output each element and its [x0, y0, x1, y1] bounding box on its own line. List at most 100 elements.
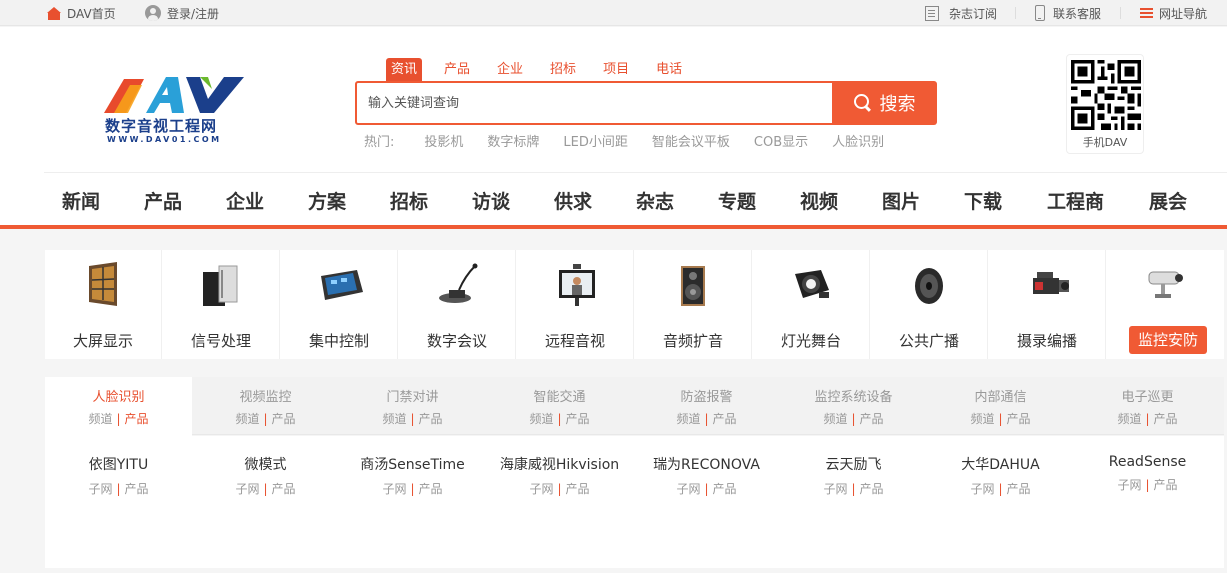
- brand-name[interactable]: 云天励飞: [780, 454, 927, 474]
- channel-link[interactable]: 频道: [529, 412, 553, 426]
- channel-link[interactable]: 频道: [823, 412, 847, 426]
- search-input[interactable]: [357, 83, 831, 123]
- subsite-link[interactable]: 子网: [382, 482, 406, 496]
- brand-item[interactable]: 微模式 子网 | 产品: [192, 454, 339, 497]
- nav-item[interactable]: 专题: [718, 187, 756, 214]
- nav-item[interactable]: 工程商: [1047, 187, 1104, 214]
- nav-item[interactable]: 图片: [882, 187, 920, 214]
- brand-name[interactable]: 依图YITU: [45, 454, 192, 474]
- brand-name[interactable]: 大华DAHUA: [927, 454, 1074, 474]
- subtab-video-surveillance[interactable]: 视频监控 频道 | 产品: [192, 377, 339, 435]
- subtab-monitoring-equipment[interactable]: 监控系统设备 频道 | 产品: [780, 377, 927, 435]
- product-link[interactable]: 产品: [272, 412, 296, 426]
- category-item[interactable]: 音频扩音: [635, 250, 752, 359]
- subsite-link[interactable]: 子网: [235, 482, 259, 496]
- brand-name[interactable]: 微模式: [192, 454, 339, 474]
- search-tab-news[interactable]: 资讯: [386, 58, 423, 82]
- product-link[interactable]: 产品: [1154, 478, 1178, 492]
- brand-name[interactable]: ReadSense: [1074, 454, 1221, 470]
- home-link[interactable]: DAV首页: [47, 0, 116, 26]
- subsite-link[interactable]: 子网: [676, 482, 700, 496]
- channel-link[interactable]: 频道: [382, 412, 406, 426]
- search-button[interactable]: 搜索: [832, 81, 937, 125]
- category-item[interactable]: 灯光舞台: [753, 250, 870, 359]
- category-item[interactable]: 集中控制: [281, 250, 398, 359]
- hot-keyword[interactable]: 投影机: [424, 131, 463, 150]
- product-link[interactable]: 产品: [125, 482, 149, 496]
- contact-link[interactable]: 联系客服: [1035, 0, 1101, 26]
- category-item[interactable]: 摄录编播: [989, 250, 1106, 359]
- product-link[interactable]: 产品: [860, 482, 884, 496]
- nav-item[interactable]: 展会: [1149, 187, 1187, 214]
- product-link[interactable]: 产品: [272, 482, 296, 496]
- nav-item[interactable]: 视频: [800, 187, 838, 214]
- channel-link[interactable]: 频道: [676, 412, 700, 426]
- product-link[interactable]: 产品: [1007, 412, 1031, 426]
- brand-item[interactable]: 大华DAHUA 子网 | 产品: [927, 454, 1074, 497]
- subsite-link[interactable]: 子网: [88, 482, 112, 496]
- brand-name[interactable]: 瑞为RECONOVA: [633, 454, 780, 474]
- subtab-face-recognition[interactable]: 人脸识别 频道 | 产品: [45, 377, 192, 436]
- category-item[interactable]: 信号处理: [163, 250, 280, 359]
- category-item-active[interactable]: 监控安防: [1107, 250, 1224, 359]
- hot-keyword[interactable]: LED小间距: [563, 131, 627, 150]
- nav-item[interactable]: 新闻: [62, 187, 100, 214]
- product-link[interactable]: 产品: [1007, 482, 1031, 496]
- nav-item[interactable]: 下载: [964, 187, 1002, 214]
- product-link[interactable]: 产品: [125, 412, 149, 426]
- category-item[interactable]: 大屏显示: [45, 250, 162, 359]
- category-item[interactable]: 数字会议: [399, 250, 516, 359]
- channel-link[interactable]: 频道: [970, 412, 994, 426]
- nav-item[interactable]: 供求: [554, 187, 592, 214]
- search-tab-projects[interactable]: 项目: [598, 58, 634, 82]
- product-link[interactable]: 产品: [566, 412, 590, 426]
- brand-name[interactable]: 海康威视Hikvision: [486, 454, 633, 474]
- subtab-smart-traffic[interactable]: 智能交通 频道 | 产品: [486, 377, 633, 435]
- subsite-link[interactable]: 子网: [823, 482, 847, 496]
- subscribe-link[interactable]: 杂志订阅: [925, 0, 997, 26]
- subsite-link[interactable]: 子网: [1117, 478, 1141, 492]
- brand-item[interactable]: 海康威视Hikvision 子网 | 产品: [486, 454, 633, 497]
- subtab-access-intercom[interactable]: 门禁对讲 频道 | 产品: [339, 377, 486, 435]
- nav-item[interactable]: 杂志: [636, 187, 674, 214]
- nav-item[interactable]: 方案: [308, 187, 346, 214]
- product-link[interactable]: 产品: [419, 482, 443, 496]
- subsite-link[interactable]: 子网: [970, 482, 994, 496]
- product-link[interactable]: 产品: [566, 482, 590, 496]
- category-item[interactable]: 远程音视: [517, 250, 634, 359]
- product-link[interactable]: 产品: [713, 412, 737, 426]
- product-link[interactable]: 产品: [860, 412, 884, 426]
- sitemap-link[interactable]: 网址导航: [1140, 0, 1207, 26]
- product-link[interactable]: 产品: [713, 482, 737, 496]
- brand-item[interactable]: 依图YITU 子网 | 产品: [45, 454, 192, 497]
- channel-link[interactable]: 频道: [88, 412, 112, 426]
- hot-keyword[interactable]: 人脸识别: [832, 131, 884, 150]
- hot-keyword[interactable]: 智能会议平板: [652, 131, 730, 150]
- product-link[interactable]: 产品: [419, 412, 443, 426]
- product-link[interactable]: 产品: [1154, 412, 1178, 426]
- subsite-link[interactable]: 子网: [529, 482, 553, 496]
- search-tab-companies[interactable]: 企业: [492, 58, 528, 82]
- brand-item[interactable]: ReadSense 子网 | 产品: [1074, 454, 1221, 493]
- nav-item[interactable]: 招标: [390, 187, 428, 214]
- subtab-burglar-alarm[interactable]: 防盗报警 频道 | 产品: [633, 377, 780, 435]
- brand-item[interactable]: 云天励飞 子网 | 产品: [780, 454, 927, 497]
- nav-item[interactable]: 企业: [226, 187, 264, 214]
- search-tab-phone[interactable]: 电话: [651, 58, 687, 82]
- channel-link[interactable]: 频道: [235, 412, 259, 426]
- category-item[interactable]: 公共广播: [871, 250, 988, 359]
- login-link[interactable]: 登录/注册: [145, 0, 219, 26]
- subtab-guard-patrol[interactable]: 电子巡更 频道 | 产品: [1074, 377, 1221, 435]
- hot-keyword[interactable]: 数字标牌: [487, 131, 539, 150]
- mobile-qr[interactable]: 手机DAV: [1066, 54, 1144, 154]
- hot-keyword[interactable]: COB显示: [754, 131, 808, 150]
- subtab-internal-comms[interactable]: 内部通信 频道 | 产品: [927, 377, 1074, 435]
- search-tab-tenders[interactable]: 招标: [545, 58, 581, 82]
- brand-name[interactable]: 商汤SenseTime: [339, 454, 486, 474]
- channel-link[interactable]: 频道: [1117, 412, 1141, 426]
- brand-item[interactable]: 瑞为RECONOVA 子网 | 产品: [633, 454, 780, 497]
- search-tab-products[interactable]: 产品: [439, 58, 475, 82]
- brand-item[interactable]: 商汤SenseTime 子网 | 产品: [339, 454, 486, 497]
- nav-item[interactable]: 产品: [144, 187, 182, 214]
- nav-item[interactable]: 访谈: [472, 187, 510, 214]
